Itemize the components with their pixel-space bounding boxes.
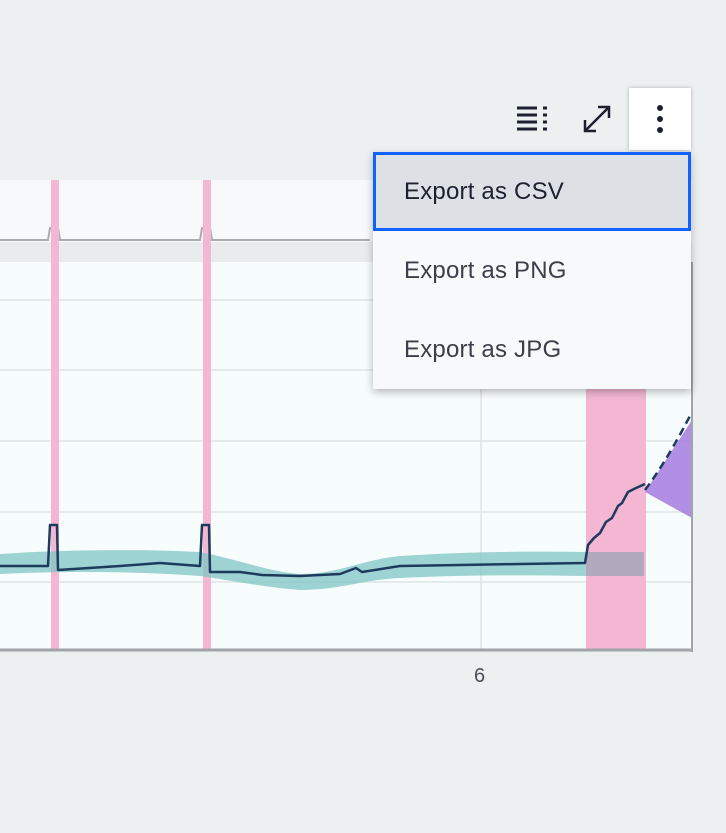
export-csv-item[interactable]: Export as CSV xyxy=(373,152,691,231)
fullscreen-button[interactable] xyxy=(566,88,628,150)
event-highlight xyxy=(51,180,59,650)
expand-icon xyxy=(583,105,611,133)
export-png-item[interactable]: Export as PNG xyxy=(373,231,691,310)
anomaly-highlight xyxy=(586,360,646,650)
event-highlight xyxy=(203,180,211,650)
export-jpg-item[interactable]: Export as JPG xyxy=(373,310,691,389)
export-menu: Export as CSV Export as PNG Export as JP… xyxy=(373,152,691,389)
anomaly-band xyxy=(586,552,644,576)
legend-toggle-button[interactable] xyxy=(501,88,563,150)
overflow-menu-button[interactable] xyxy=(629,88,691,150)
legend-icon xyxy=(517,106,547,131)
overflow-menu-vertical-icon xyxy=(657,105,663,133)
x-tick-label: 6 xyxy=(474,665,486,687)
